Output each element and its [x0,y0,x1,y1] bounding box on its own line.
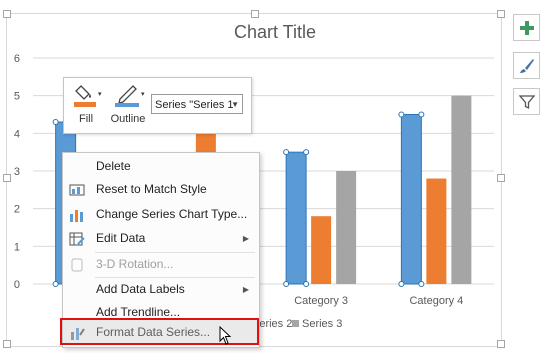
mouse-cursor-icon [219,326,232,345]
bar-series2[interactable] [311,216,332,284]
pen-outline-icon [115,85,139,107]
paint-bucket-icon [74,85,96,107]
menu-item-add-data-labels[interactable]: Add Data Labels ▶ [63,278,259,301]
chart-elements-button[interactable] [513,14,540,41]
series-select-value: Series "Series 1 [155,99,234,111]
y-tick-label: 1 [14,241,20,253]
menu-item-reset-to-match-style[interactable]: Reset to Match Style [63,178,259,201]
submenu-arrow-icon: ▶ [242,285,249,294]
selection-handle[interactable] [418,281,425,287]
selection-handle[interactable] [303,281,310,287]
menu-item-change-series-chart-type[interactable]: Change Series Chart Type... [63,203,259,226]
chart-styles-button[interactable] [513,52,540,79]
chevron-down-icon: ▼ [231,100,239,109]
bar-series3[interactable] [451,95,472,285]
bar-series3[interactable] [336,171,357,284]
selection-handle[interactable] [52,119,59,126]
selection-handle[interactable] [52,281,59,287]
chart-filters-button[interactable] [513,88,540,115]
paintbrush-icon [519,58,534,73]
plus-icon [519,20,534,35]
series-select[interactable]: Series "Series 1 ▼ [151,94,243,114]
selection-handle[interactable] [283,281,290,287]
selection-handle[interactable] [398,281,405,287]
y-tick-label: 4 [14,128,20,140]
legend-series3: Series 3 [292,318,342,330]
rotation-icon [71,258,83,272]
y-tick-label: 5 [14,91,20,103]
y-tick-label: 6 [14,53,20,65]
reset-style-icon [69,184,85,196]
y-tick-label: 2 [14,204,20,216]
fill-button[interactable]: Fill ▾ [70,82,102,125]
chart-type-icon [70,210,83,222]
submenu-arrow-icon: ▶ [242,234,249,243]
selection-handle[interactable] [283,149,290,156]
bar-series1[interactable] [401,114,422,285]
outline-label: Outline [110,113,146,125]
edit-data-icon [69,232,85,246]
legend-swatch-series3 [292,320,299,327]
y-tick-label: 3 [14,166,20,178]
fill-dropdown-arrow-icon[interactable]: ▾ [98,90,102,98]
x-category-label: Category 4 [409,295,463,307]
selection-handle[interactable] [398,111,405,118]
filter-icon [518,94,535,109]
fill-label: Fill [78,113,94,125]
selection-handle[interactable] [418,111,425,118]
menu-item-3d-rotation: 3-D Rotation... [63,253,259,276]
x-category-label: Category 3 [294,295,348,307]
bar-series2[interactable] [426,178,447,284]
mini-toolbar: Fill ▾ Outline ▾ Series "Series 1 ▼ [63,77,252,134]
outline-dropdown-arrow-icon[interactable]: ▾ [141,90,145,98]
y-tick-label: 0 [14,279,20,291]
menu-item-delete[interactable]: Delete [63,155,259,178]
menu-item-edit-data[interactable]: Edit Data ▶ [63,227,259,250]
outline-button[interactable]: Outline ▾ [108,82,148,125]
bar-series1[interactable] [286,152,307,284]
selection-handle[interactable] [303,149,310,156]
